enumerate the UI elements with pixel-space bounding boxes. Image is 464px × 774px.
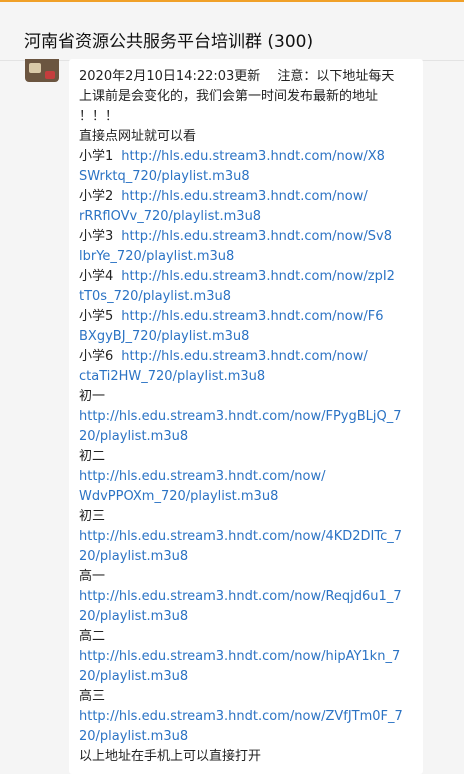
notice-line: 上课前是会变化的，我们会第一时间发布最新的地址 xyxy=(79,89,379,104)
stream-entry: 小学3 http://hls.edu.stream3.hndt.com/now/S… xyxy=(79,227,419,247)
grade-label: 小学6 xyxy=(79,349,114,364)
stream-link[interactable]: http://hls.edu.stream3.hndt.com/now/ xyxy=(79,467,419,487)
grade-label: 高一 xyxy=(79,569,106,584)
stream-link-continued[interactable]: 20/playlist.m3u8 xyxy=(79,547,419,567)
stream-link[interactable]: http://hls.edu.stream3.hndt.com/now/Sv8 xyxy=(121,229,392,244)
stream-link-continued[interactable]: tT0s_720/playlist.m3u8 xyxy=(79,287,419,307)
grade-label: 小学5 xyxy=(79,309,114,324)
stream-link-continued[interactable]: SWrktq_720/playlist.m3u8 xyxy=(79,167,419,187)
grade-label: 小学3 xyxy=(79,229,114,244)
notice-line: ！！！ xyxy=(79,109,119,124)
avatar-image-part xyxy=(45,71,55,79)
stream-link-continued[interactable]: lbrYe_720/playlist.m3u8 xyxy=(79,247,419,267)
grade-label: 小学2 xyxy=(79,189,114,204)
stream-link-continued[interactable]: 20/playlist.m3u8 xyxy=(79,727,419,747)
stream-entry: 小学6 http://hls.edu.stream3.hndt.com/now/ xyxy=(79,347,419,367)
stream-link[interactable]: http://hls.edu.stream3.hndt.com/now/hipA… xyxy=(79,647,419,667)
stream-link[interactable]: http://hls.edu.stream3.hndt.com/now/Reqj… xyxy=(79,587,419,607)
stream-link[interactable]: http://hls.edu.stream3.hndt.com/now/ZVfJ… xyxy=(79,707,419,727)
stream-link[interactable]: http://hls.edu.stream3.hndt.com/now/X8 xyxy=(121,149,385,164)
notice-line: 2020年2月10日14:22:03更新 注意：以下地址每天 xyxy=(79,69,395,84)
notice-line: 直接点网址就可以看 xyxy=(79,129,197,144)
sender-avatar[interactable] xyxy=(25,59,59,82)
stream-link[interactable]: http://hls.edu.stream3.hndt.com/now/F6 xyxy=(121,309,383,324)
stream-link-continued[interactable]: ctaTi2HW_720/playlist.m3u8 xyxy=(79,367,419,387)
chat-title: 河南省资源公共服务平台培训群 (300) xyxy=(24,32,314,52)
stream-entry: 小学5 http://hls.edu.stream3.hndt.com/now/F… xyxy=(79,307,419,327)
chat-header: 河南省资源公共服务平台培训群 (300) xyxy=(0,2,464,61)
stream-link[interactable]: http://hls.edu.stream3.hndt.com/now/FPyg… xyxy=(79,407,419,427)
grade-label: 初三 xyxy=(79,509,106,524)
message-text: 2020年2月10日14:22:03更新 注意：以下地址每天 上课前是会变化的，… xyxy=(79,67,419,767)
stream-entry: 小学2 http://hls.edu.stream3.hndt.com/now/ xyxy=(79,187,419,207)
grade-label: 高二 xyxy=(79,629,106,644)
stream-link-continued[interactable]: 20/playlist.m3u8 xyxy=(79,427,419,447)
stream-entry: 小学1 http://hls.edu.stream3.hndt.com/now/X… xyxy=(79,147,419,167)
stream-link[interactable]: http://hls.edu.stream3.hndt.com/now/4KD2… xyxy=(79,527,419,547)
stream-link-continued[interactable]: BXgyBJ_720/playlist.m3u8 xyxy=(79,327,419,347)
message-footer: 以上地址在手机上可以直接打开 xyxy=(79,749,262,764)
stream-link-continued[interactable]: 20/playlist.m3u8 xyxy=(79,667,419,687)
stream-link[interactable]: http://hls.edu.stream3.hndt.com/now/ xyxy=(121,349,367,364)
grade-label: 小学1 xyxy=(79,149,114,164)
stream-link-continued[interactable]: rRRflOVv_720/playlist.m3u8 xyxy=(79,207,419,227)
grade-label: 小学4 xyxy=(79,269,114,284)
stream-link[interactable]: http://hls.edu.stream3.hndt.com/now/zpI2 xyxy=(121,269,395,284)
stream-link[interactable]: http://hls.edu.stream3.hndt.com/now/ xyxy=(121,189,367,204)
avatar-image-part xyxy=(29,63,41,73)
grade-label: 高三 xyxy=(79,689,106,704)
stream-link-continued[interactable]: 20/playlist.m3u8 xyxy=(79,607,419,627)
grade-label: 初一 xyxy=(79,389,106,404)
stream-entry: 小学4 http://hls.edu.stream3.hndt.com/now/z… xyxy=(79,267,419,287)
stream-link-continued[interactable]: WdvPPOXm_720/playlist.m3u8 xyxy=(79,487,419,507)
grade-label: 初二 xyxy=(79,449,106,464)
